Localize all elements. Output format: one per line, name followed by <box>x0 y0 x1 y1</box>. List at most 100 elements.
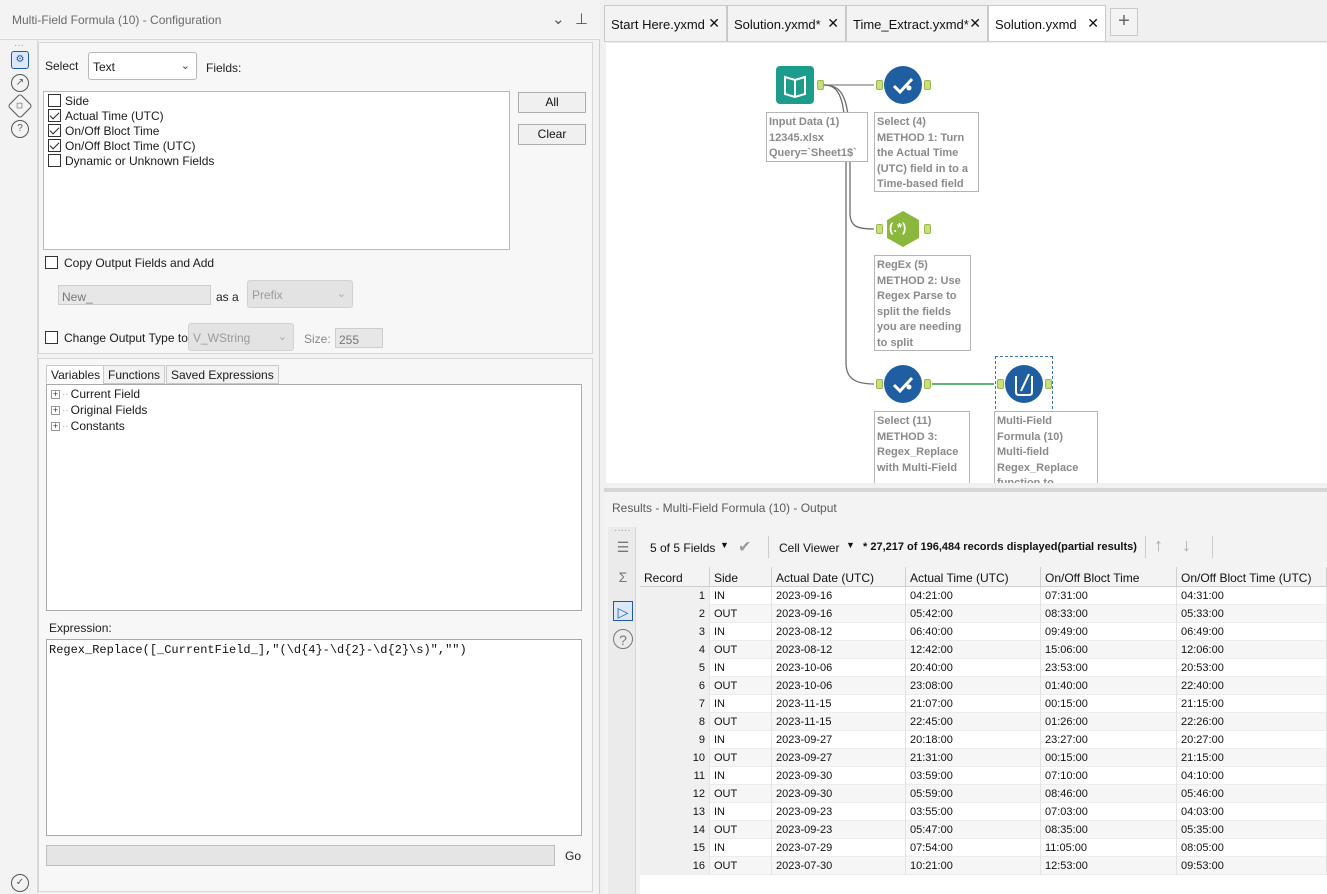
close-icon[interactable]: ✕ <box>827 15 839 32</box>
tab-saved-expressions[interactable]: Saved Expressions <box>166 365 279 384</box>
table-cell[interactable]: 08:05:00 <box>1177 839 1327 857</box>
tab-variables[interactable]: Variables <box>46 365 106 384</box>
record-number-cell[interactable]: 1 <box>640 587 710 605</box>
function-input[interactable] <box>46 845 555 866</box>
table-cell[interactable]: 07:10:00 <box>1041 767 1177 785</box>
help-icon[interactable]: ? <box>11 120 29 138</box>
table-cell[interactable]: 2023-08-12 <box>772 641 906 659</box>
table-row[interactable]: 8 OUT 2023-11-15 22:45:00 01:26:00 22:26:00 <box>640 713 1327 731</box>
table-cell[interactable]: 04:21:00 <box>906 587 1041 605</box>
table-cell[interactable]: 12:42:00 <box>906 641 1041 659</box>
table-cell[interactable]: 05:35:00 <box>1177 821 1327 839</box>
close-icon[interactable]: ✕ <box>969 15 981 32</box>
table-cell[interactable]: 08:46:00 <box>1041 785 1177 803</box>
table-cell[interactable]: IN <box>710 695 772 713</box>
table-cell[interactable]: 21:31:00 <box>906 749 1041 767</box>
input-anchor[interactable] <box>997 379 1004 389</box>
column-header[interactable]: Actual Date (UTC) <box>772 567 906 587</box>
close-icon[interactable]: ✕ <box>708 15 720 32</box>
table-cell[interactable]: 20:18:00 <box>906 731 1041 749</box>
table-cell[interactable]: 22:26:00 <box>1177 713 1327 731</box>
select-all-button[interactable]: All <box>518 92 586 113</box>
table-cell[interactable]: 05:47:00 <box>906 821 1041 839</box>
clear-button[interactable]: Clear <box>518 124 586 145</box>
select-type-dropdown[interactable]: Text ⌄ <box>88 52 197 80</box>
table-cell[interactable]: 2023-09-23 <box>772 803 906 821</box>
table-cell[interactable]: 2023-09-16 <box>772 587 906 605</box>
table-cell[interactable]: OUT <box>710 821 772 839</box>
select-node[interactable] <box>884 66 922 104</box>
results-table[interactable]: Record Side Actual Date (UTC) Actual Tim… <box>640 567 1327 894</box>
record-number-cell[interactable]: 3 <box>640 623 710 641</box>
table-cell[interactable]: OUT <box>710 605 772 623</box>
table-cell[interactable]: 2023-08-12 <box>772 623 906 641</box>
output-anchor[interactable] <box>817 80 824 90</box>
table-cell[interactable]: 2023-09-27 <box>772 731 906 749</box>
table-row[interactable]: 13 IN 2023-09-23 03:55:00 07:03:00 04:03:00 <box>640 803 1327 821</box>
table-cell[interactable]: OUT <box>710 857 772 875</box>
arrow-up-icon[interactable]: ↑ <box>1154 535 1163 556</box>
prefix-input[interactable]: New_ <box>58 285 211 305</box>
multi-field-formula-node[interactable] <box>1005 365 1043 403</box>
output-type-dropdown[interactable]: V_WString ⌄ <box>188 323 294 351</box>
field-item[interactable]: Side <box>48 93 89 108</box>
table-cell[interactable]: 23:53:00 <box>1041 659 1177 677</box>
change-output-option[interactable]: Change Output Type to <box>45 330 188 345</box>
cell-viewer-selector[interactable]: Cell Viewer <box>779 541 839 555</box>
tab-time-extract[interactable]: Time_Extract.yxmd* ✕ <box>846 5 988 41</box>
add-tab-button[interactable]: + <box>1110 8 1138 36</box>
record-number-cell[interactable]: 4 <box>640 641 710 659</box>
table-row[interactable]: 16 OUT 2023-07-30 10:21:00 12:53:00 09:53:00 <box>640 857 1327 875</box>
column-header[interactable]: On/Off Bloct Time <box>1041 567 1177 587</box>
field-checkbox[interactable] <box>48 154 61 167</box>
table-cell[interactable]: OUT <box>710 677 772 695</box>
table-cell[interactable]: 2023-09-27 <box>772 749 906 767</box>
tree-item-current-field[interactable]: + ·· Current Field <box>51 386 140 402</box>
table-cell[interactable]: 12:53:00 <box>1041 857 1177 875</box>
tag-icon[interactable]: ◇ <box>7 93 33 119</box>
record-number-cell[interactable]: 2 <box>640 605 710 623</box>
table-cell[interactable]: 12:06:00 <box>1177 641 1327 659</box>
table-cell[interactable]: 2023-09-30 <box>772 785 906 803</box>
help-icon[interactable]: ? <box>613 629 633 649</box>
prefix-type-dropdown[interactable]: Prefix ⌄ <box>247 280 353 308</box>
table-cell[interactable]: 2023-11-15 <box>772 713 906 731</box>
column-header[interactable]: Actual Time (UTC) <box>906 567 1041 587</box>
record-number-cell[interactable]: 6 <box>640 677 710 695</box>
table-cell[interactable]: 01:26:00 <box>1041 713 1177 731</box>
table-cell[interactable]: 2023-07-30 <box>772 857 906 875</box>
table-cell[interactable]: 08:35:00 <box>1041 821 1177 839</box>
table-cell[interactable]: 21:15:00 <box>1177 695 1327 713</box>
field-checkbox[interactable] <box>48 124 61 137</box>
table-cell[interactable]: 05:46:00 <box>1177 785 1327 803</box>
tab-solution-modified[interactable]: Solution.yxmd* ✕ <box>727 5 846 41</box>
table-cell[interactable]: 15:06:00 <box>1041 641 1177 659</box>
gear-icon[interactable]: ⚙ <box>11 51 29 69</box>
column-header[interactable]: Record <box>640 567 710 587</box>
expand-icon[interactable]: + <box>51 389 60 399</box>
column-header[interactable]: Side <box>710 567 772 587</box>
table-row[interactable]: 11 IN 2023-09-30 03:59:00 07:10:00 04:10:00 <box>640 767 1327 785</box>
table-cell[interactable]: IN <box>710 803 772 821</box>
output-anchor[interactable] <box>924 379 931 389</box>
input-data-node[interactable] <box>776 66 814 104</box>
field-item[interactable]: On/Off Bloct Time <box>48 123 159 138</box>
caret-down-icon[interactable]: ▼ <box>720 540 729 550</box>
table-cell[interactable]: 2023-10-06 <box>772 677 906 695</box>
field-checkbox[interactable] <box>48 94 61 107</box>
size-input[interactable]: 255 <box>335 328 383 348</box>
record-number-cell[interactable]: 11 <box>640 767 710 785</box>
table-cell[interactable]: 04:03:00 <box>1177 803 1327 821</box>
table-cell[interactable]: 11:05:00 <box>1041 839 1177 857</box>
close-icon[interactable]: ✕ <box>1087 15 1099 32</box>
table-row[interactable]: 9 IN 2023-09-27 20:18:00 23:27:00 20:27:00 <box>640 731 1327 749</box>
table-cell[interactable]: 23:08:00 <box>906 677 1041 695</box>
table-cell[interactable]: 01:40:00 <box>1041 677 1177 695</box>
expression-editor[interactable]: Regex_Replace([_CurrentField_],"(\d{4}-\… <box>46 639 582 836</box>
fields-selector[interactable]: 5 of 5 Fields <box>650 541 715 555</box>
table-cell[interactable]: 2023-09-23 <box>772 821 906 839</box>
field-checkbox[interactable] <box>48 109 61 122</box>
table-cell[interactable]: IN <box>710 659 772 677</box>
table-cell[interactable]: 20:40:00 <box>906 659 1041 677</box>
input-anchor[interactable] <box>876 80 883 90</box>
